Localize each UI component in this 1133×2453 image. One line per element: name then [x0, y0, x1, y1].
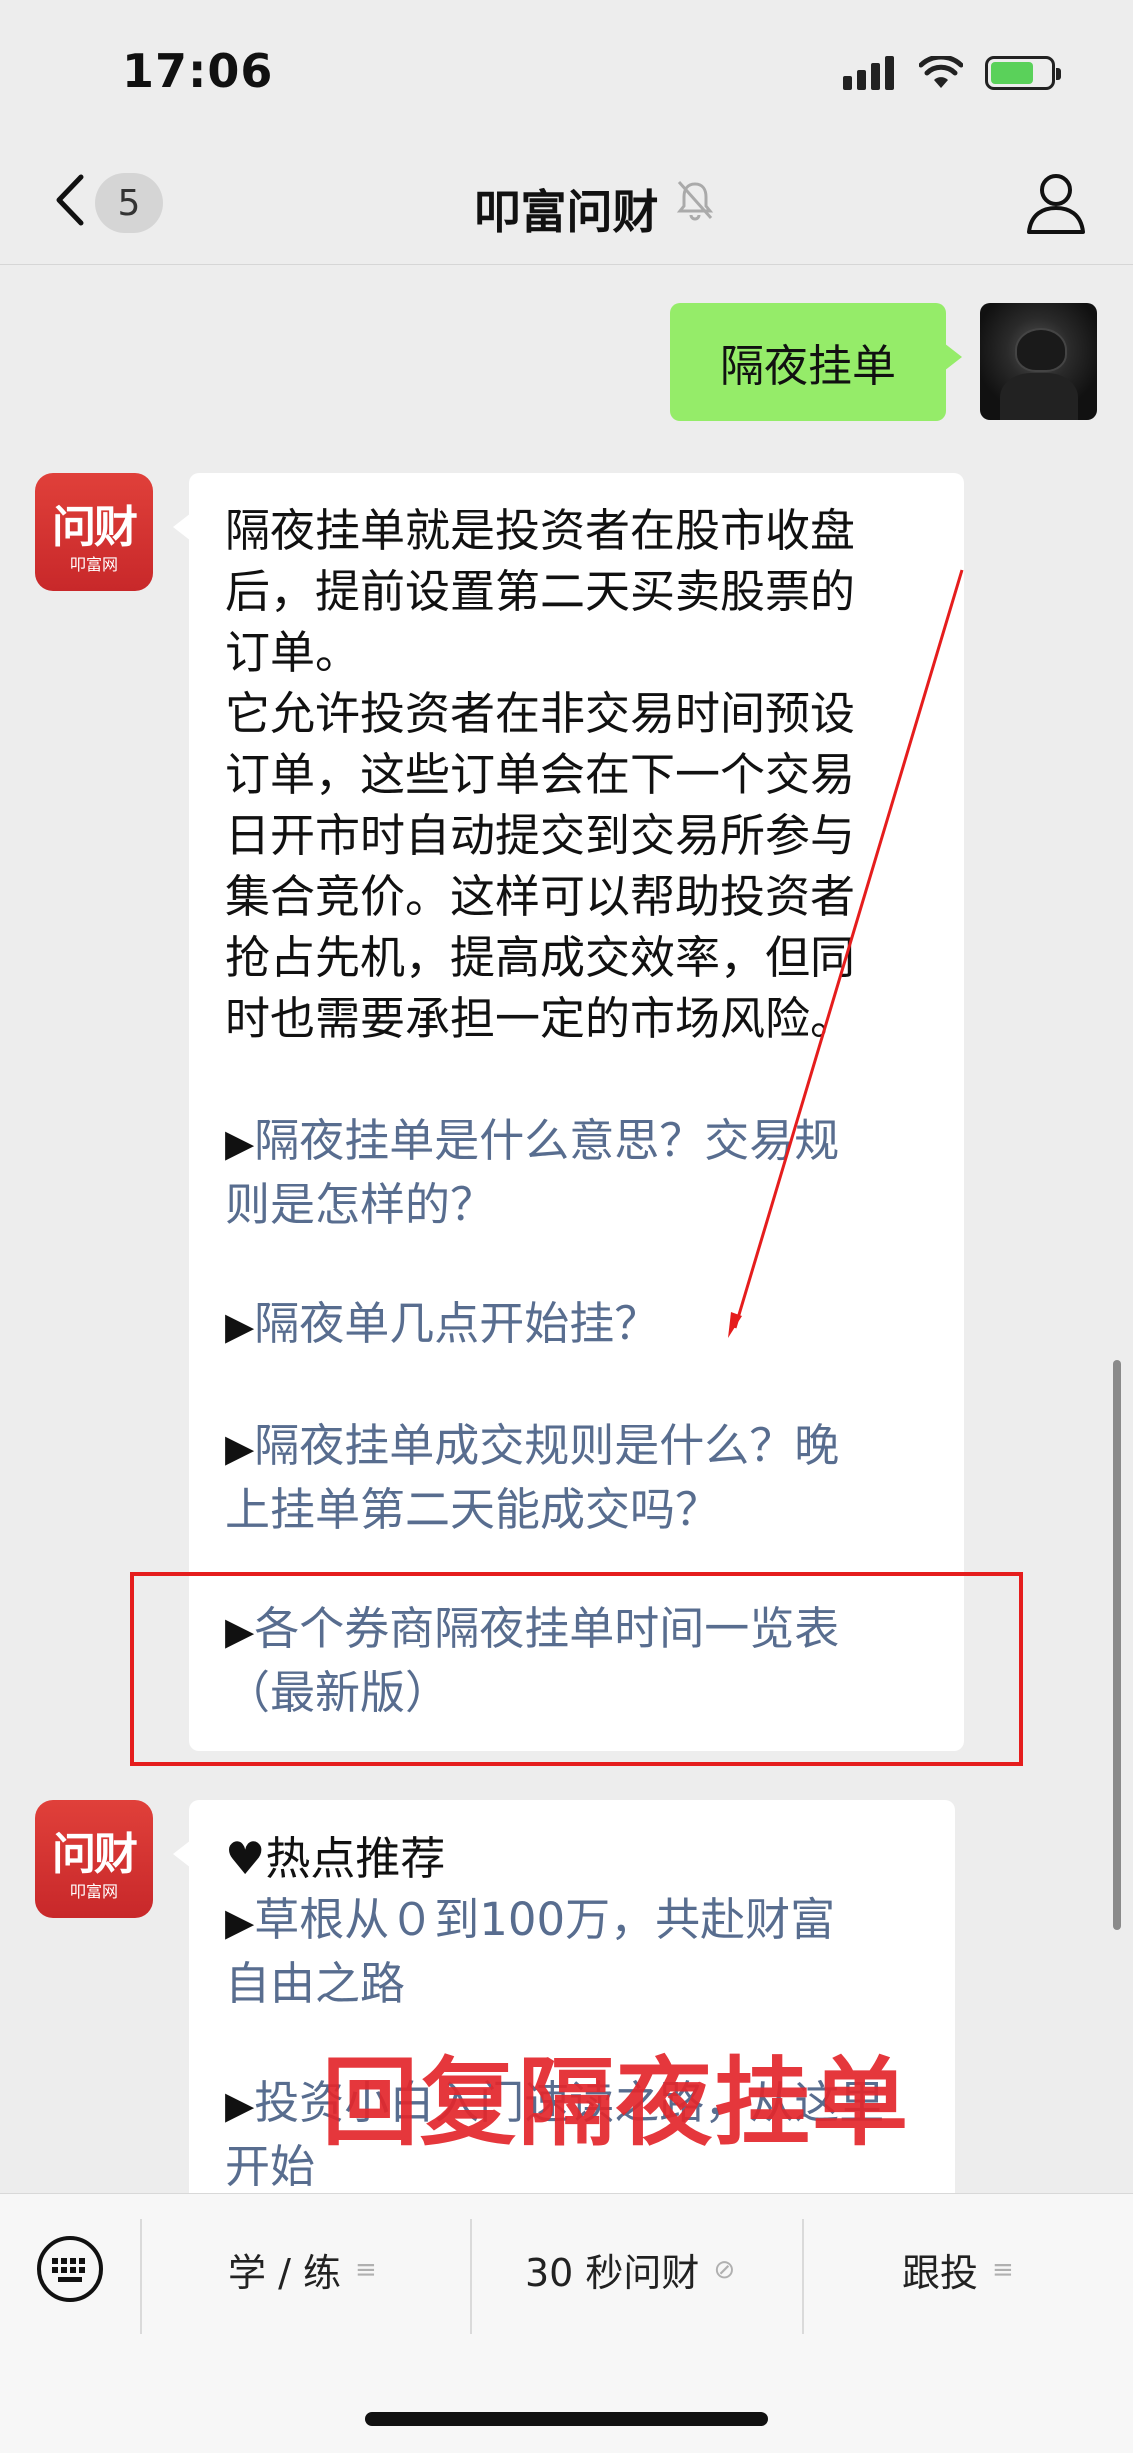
recommend-link-1[interactable]: ▶草根从０到100万，共赴财富 自由之路 — [225, 1889, 925, 2014]
heart-icon: ♥ — [225, 1832, 266, 1885]
triangle-icon: ▶ — [225, 1900, 255, 1944]
bot-avatar[interactable]: 问财 叩富网 — [35, 1800, 153, 1918]
link-text[interactable]: 自由之路 — [225, 1953, 925, 2014]
triangle-icon: ▶ — [225, 2083, 255, 2127]
menu-divider — [140, 2219, 142, 2334]
heading-text: 热点推荐 — [265, 1832, 446, 1885]
annotation-overlay-text: 回复隔夜挂单 — [322, 2047, 910, 2159]
menu-list-icon: ≡ — [354, 2254, 377, 2285]
menu-item-label: 学 / 练 — [228, 2251, 341, 2295]
menu-item-label: 跟投 — [902, 2251, 979, 2295]
bot-avatar-sub: 叩富网 — [69, 1882, 118, 1901]
keyboard-icon — [37, 2236, 103, 2302]
menu-item-follow[interactable]: 跟投 ≡ — [902, 2242, 1014, 2297]
menu-divider — [470, 2219, 472, 2334]
menu-item-learn[interactable]: 学 / 练 ≡ — [228, 2242, 377, 2297]
mini-program-icon: ⊘ — [713, 2254, 736, 2285]
menu-list-icon: ≡ — [992, 2254, 1014, 2285]
keyboard-toggle-button[interactable] — [35, 2234, 105, 2304]
menu-item-ask[interactable]: 30 秒问财 ⊘ — [525, 2242, 735, 2297]
hot-recommend-heading: ♥热点推荐 — [225, 1828, 925, 1889]
link-text[interactable]: 草根从０到100万，共赴财富 — [254, 1893, 835, 1946]
bot-avatar-logo: 问财 — [52, 1829, 138, 1880]
home-indicator — [365, 2412, 768, 2426]
scrollbar[interactable] — [1113, 1360, 1121, 1930]
menu-item-label: 30 秒问财 — [525, 2251, 700, 2295]
menu-divider — [802, 2219, 804, 2334]
highlight-box — [130, 1572, 1023, 1766]
